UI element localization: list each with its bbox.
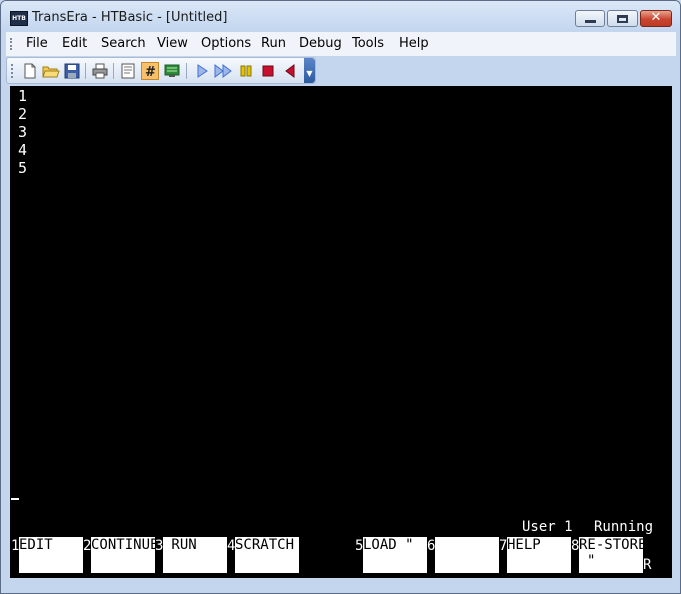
program-line-number: 1 <box>18 87 28 105</box>
svg-text:#: # <box>145 65 156 79</box>
softkey-label: EDIT <box>19 537 53 553</box>
softkey-2[interactable]: CONTINUE <box>91 537 155 573</box>
print-button[interactable] <box>91 62 109 80</box>
toolbar-separator <box>113 63 114 79</box>
softkey-6[interactable] <box>435 537 499 573</box>
print-icon <box>92 63 108 79</box>
new-file-button[interactable] <box>21 62 39 80</box>
program-line-number: 5 <box>18 159 28 177</box>
softkey-label: LOAD " <box>363 537 414 553</box>
softkey-label: CONTINUE <box>91 537 155 553</box>
line-numbers-icon: # <box>145 65 156 80</box>
continue-icon <box>214 64 232 78</box>
line-numbers-button[interactable]: # <box>141 62 159 80</box>
menu-grip[interactable] <box>10 38 14 50</box>
toolbar-grip[interactable] <box>11 64 15 78</box>
save-icon <box>64 63 80 79</box>
maximize-icon <box>617 15 628 23</box>
edit-notes-icon <box>121 63 135 79</box>
run-button[interactable] <box>193 62 211 80</box>
program-line-number: 2 <box>18 105 28 123</box>
menu-view[interactable]: View <box>157 36 188 51</box>
display-button[interactable] <box>163 62 181 80</box>
save-button[interactable] <box>63 62 81 80</box>
softkey-5[interactable]: LOAD " <box>363 537 427 573</box>
softkey-3[interactable]: RUN <box>163 537 227 573</box>
toolbar-separator <box>186 63 187 79</box>
step-back-icon <box>285 64 295 78</box>
title-bar[interactable]: HTB TransEra - HTBasic - [Untitled] ✕ <box>1 1 680 31</box>
run-state: Running <box>594 519 654 535</box>
app-window: HTB TransEra - HTBasic - [Untitled] ✕ Fi… <box>0 0 681 594</box>
close-icon: ✕ <box>650 10 662 25</box>
app-icon[interactable]: HTB <box>10 11 28 26</box>
menu-run[interactable]: Run <box>261 36 286 51</box>
toolbar-separator <box>85 63 86 79</box>
softkey-label-line2: " <box>587 553 596 569</box>
toolbar-overflow-button[interactable]: ▼ <box>304 58 315 83</box>
step-back-button[interactable] <box>281 62 299 80</box>
menu-bar: File Edit Search View Options Run Debug … <box>6 32 676 56</box>
menu-options[interactable]: Options <box>201 36 251 51</box>
softkey-1[interactable]: EDIT <box>19 537 83 573</box>
chevron-down-icon: ▼ <box>306 69 313 78</box>
user-indicator: User 1 <box>522 519 573 535</box>
softkey-8[interactable]: RE-STORE " <box>579 537 643 573</box>
run-icon <box>197 64 208 78</box>
softkey-label: RUN <box>163 537 197 553</box>
continue-button[interactable] <box>214 62 232 80</box>
softkey-7[interactable]: HELP <box>507 537 571 573</box>
menu-file[interactable]: File <box>26 36 48 51</box>
open-folder-icon <box>42 66 60 78</box>
text-cursor <box>11 498 19 500</box>
softkey-4[interactable]: SCRATCH <box>235 537 299 573</box>
pause-icon <box>240 65 252 77</box>
menu-tools[interactable]: Tools <box>352 36 384 51</box>
minimize-button[interactable] <box>575 10 605 27</box>
edit-notes-button[interactable] <box>119 62 137 80</box>
menu-search[interactable]: Search <box>101 36 146 51</box>
pause-button[interactable] <box>237 62 255 80</box>
open-button[interactable] <box>42 62 60 80</box>
toolbar: # ▼ <box>6 57 316 84</box>
maximize-button[interactable] <box>607 10 638 27</box>
close-button[interactable]: ✕ <box>640 10 672 27</box>
window-title: TransEra - HTBasic - [Untitled] <box>32 10 228 25</box>
menu-debug[interactable]: Debug <box>299 36 342 51</box>
softkey-label: RE-STORE <box>579 537 643 553</box>
stop-icon <box>262 65 274 77</box>
basic-console[interactable]: 1 2 3 4 5 User 1 Running 1 EDIT 2 CONTIN… <box>10 86 672 578</box>
program-line-number: 3 <box>18 123 28 141</box>
softkey-label: SCRATCH <box>235 537 295 553</box>
softkey-label: HELP <box>507 537 541 553</box>
program-line-number: 4 <box>18 141 28 159</box>
menu-help[interactable]: Help <box>399 36 429 51</box>
minimize-icon <box>585 20 596 23</box>
status-marker: R <box>643 557 652 573</box>
stop-button[interactable] <box>259 62 277 80</box>
menu-edit[interactable]: Edit <box>62 36 87 51</box>
new-file-icon <box>24 63 36 79</box>
display-icon <box>164 64 180 77</box>
